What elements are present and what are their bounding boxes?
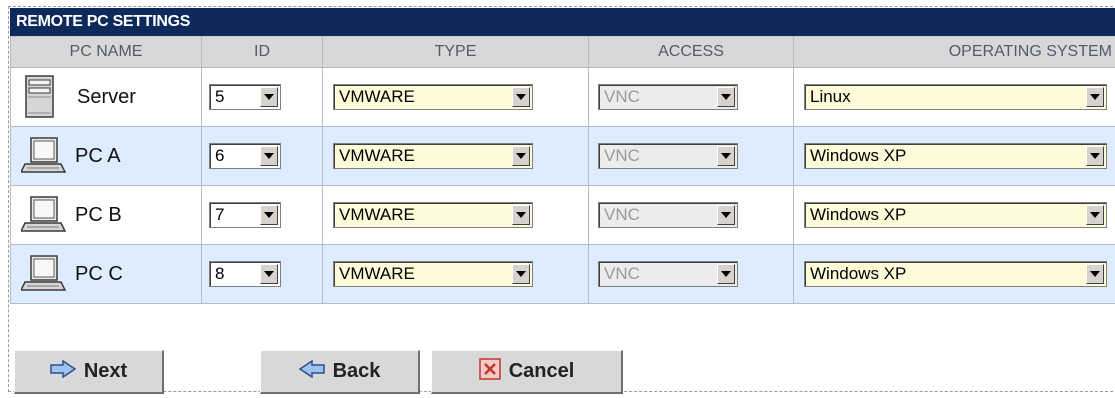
os-select-value: Windows XP	[810, 264, 907, 283]
pc-name-cell: Server	[10, 67, 202, 127]
chevron-down-icon[interactable]	[1086, 264, 1104, 284]
os-select[interactable]: Windows XP	[804, 261, 1107, 287]
os-select[interactable]: Windows XP	[804, 202, 1107, 228]
chevron-down-icon[interactable]	[1086, 205, 1104, 225]
id-cell: 6	[201, 126, 323, 186]
chevron-down-icon	[717, 264, 735, 284]
os-select[interactable]: Linux	[804, 84, 1107, 110]
id-select-value: 8	[215, 264, 225, 283]
table-header-row: PC NAME ID TYPE ACCESS OPERATING SYSTEM	[10, 36, 1115, 68]
chevron-down-icon[interactable]	[512, 205, 530, 225]
id-select[interactable]: 6	[209, 143, 281, 169]
computer-icon	[19, 193, 69, 237]
column-header-pc-name: PC NAME	[10, 36, 202, 68]
section-title: REMOTE PC SETTINGS	[10, 8, 1115, 36]
access-select: VNC	[598, 143, 738, 169]
access-cell: VNC	[588, 244, 794, 304]
chevron-down-icon[interactable]	[260, 87, 278, 107]
type-select-value: VMWARE	[339, 264, 415, 283]
access-select-value: VNC	[604, 264, 640, 283]
type-select[interactable]: VMWARE	[333, 84, 533, 110]
column-header-operating-system: OPERATING SYSTEM	[793, 36, 1115, 68]
chevron-down-icon[interactable]	[260, 146, 278, 166]
column-header-access: ACCESS	[588, 36, 794, 68]
os-cell: Windows XP	[793, 126, 1115, 186]
type-select[interactable]: VMWARE	[333, 143, 533, 169]
server-icon	[25, 75, 55, 119]
id-select-value: 7	[215, 205, 225, 224]
arrow-right-icon	[50, 359, 77, 384]
access-cell: VNC	[588, 185, 794, 245]
pc-name-label: PC C	[75, 262, 123, 285]
type-select-value: VMWARE	[339, 205, 415, 224]
pc-name-cell: PC B	[10, 185, 202, 245]
id-select[interactable]: 7	[209, 202, 281, 228]
pc-name-label: PC B	[75, 203, 122, 226]
pc-name-label: Server	[77, 85, 136, 108]
os-cell: Linux	[793, 67, 1115, 127]
access-select: VNC	[598, 84, 738, 110]
access-select-value: VNC	[604, 87, 640, 106]
id-cell: 7	[201, 185, 323, 245]
back-button-label: Back	[332, 360, 381, 382]
pc-name-cell: PC A	[10, 126, 202, 186]
next-button[interactable]: Next	[14, 350, 164, 394]
type-select[interactable]: VMWARE	[333, 261, 533, 287]
cancel-button[interactable]: Cancel	[431, 350, 623, 394]
chevron-down-icon	[717, 205, 735, 225]
id-select[interactable]: 8	[209, 261, 281, 287]
pc-name-label: PC A	[75, 144, 121, 167]
table-row: PC C 8 VMWARE VNC Windows XP	[10, 244, 1115, 304]
os-cell: Windows XP	[793, 185, 1115, 245]
remote-pc-table: PC NAME ID TYPE ACCESS OPERATING SYSTEM	[10, 36, 1115, 304]
table-row: PC B 7 VMWARE VNC Windows XP	[10, 185, 1115, 245]
type-cell: VMWARE	[322, 67, 589, 127]
next-button-label: Next	[83, 360, 128, 382]
type-cell: VMWARE	[322, 126, 589, 186]
column-header-id: ID	[201, 36, 323, 68]
chevron-down-icon[interactable]	[512, 87, 530, 107]
id-cell: 8	[201, 244, 323, 304]
cancel-button-label: Cancel	[508, 360, 575, 382]
os-select-value: Windows XP	[810, 146, 907, 165]
type-cell: VMWARE	[322, 244, 589, 304]
access-select: VNC	[598, 261, 738, 287]
computer-icon	[19, 252, 69, 296]
os-select-value: Windows XP	[810, 205, 907, 224]
pc-name-cell: PC C	[10, 244, 202, 304]
os-select[interactable]: Windows XP	[804, 143, 1107, 169]
id-select-value: 5	[215, 87, 225, 106]
access-cell: VNC	[588, 126, 794, 186]
type-select-value: VMWARE	[339, 87, 415, 106]
id-select-value: 6	[215, 146, 225, 165]
access-cell: VNC	[588, 67, 794, 127]
chevron-down-icon[interactable]	[260, 264, 278, 284]
chevron-down-icon	[717, 87, 735, 107]
arrow-left-icon	[298, 359, 325, 384]
chevron-down-icon[interactable]	[260, 205, 278, 225]
chevron-down-icon[interactable]	[1086, 146, 1104, 166]
table-row: Server 5 VMWARE VNC Linux	[10, 67, 1115, 127]
access-select-value: VNC	[604, 146, 640, 165]
chevron-down-icon[interactable]	[512, 146, 530, 166]
access-select: VNC	[598, 202, 738, 228]
os-select-value: Linux	[810, 87, 851, 106]
chevron-down-icon[interactable]	[1086, 87, 1104, 107]
os-cell: Windows XP	[793, 244, 1115, 304]
type-select-value: VMWARE	[339, 146, 415, 165]
access-select-value: VNC	[604, 205, 640, 224]
chevron-down-icon[interactable]	[512, 264, 530, 284]
table-row: PC A 6 VMWARE VNC Windows XP	[10, 126, 1115, 186]
column-header-type: TYPE	[322, 36, 589, 68]
close-icon	[478, 357, 501, 386]
type-cell: VMWARE	[322, 185, 589, 245]
chevron-down-icon	[717, 146, 735, 166]
type-select[interactable]: VMWARE	[333, 202, 533, 228]
back-button[interactable]: Back	[260, 350, 420, 394]
computer-icon	[19, 134, 69, 178]
id-select[interactable]: 5	[209, 84, 281, 110]
id-cell: 5	[201, 67, 323, 127]
